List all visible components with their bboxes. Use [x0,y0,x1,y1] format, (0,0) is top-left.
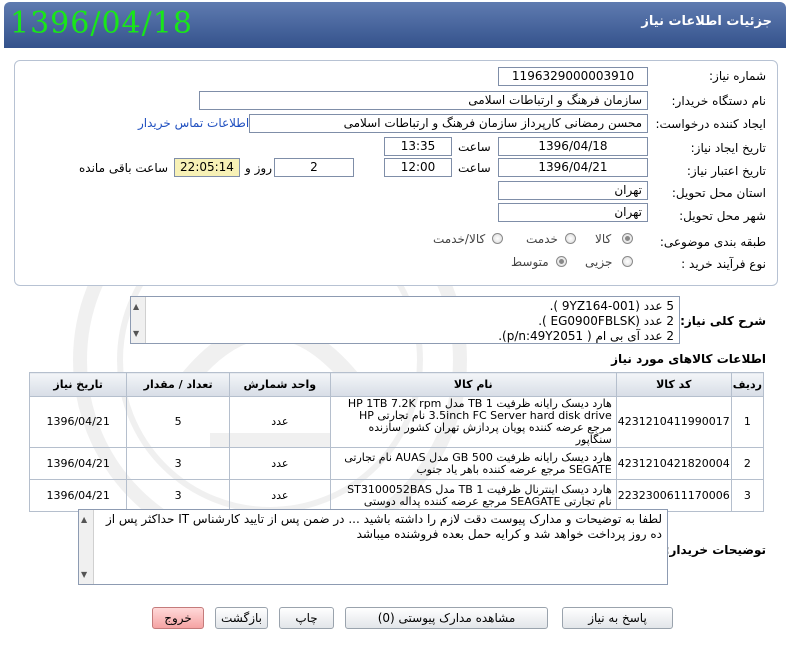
buyer-notes-text: لطفا به توضیحات و مدارک پیوست دقت لازم ر… [105,512,662,541]
buyer-notes-label: توضیحات خریدار: [664,543,766,557]
table-row[interactable]: 1396/04/21 3 عدد هارد دیسک رایانه ظرفیت … [28,447,765,480]
cell-name: هارد دیسک اینترنال ظرفیت 1 TB مدل ST3100… [329,479,617,512]
cell-date: 1396/04/21 [28,479,128,512]
col-row: ردیف [730,372,765,397]
category-option-both: کالا/خدمت [433,232,486,246]
created-time-field: 13:35 [384,137,452,156]
cell-qty: 3 [126,479,230,512]
process-option-minor: جزیی [585,255,613,269]
buyer-org-label: نام دستگاه خریدار: [671,94,767,108]
province-label: استان محل تحویل: [671,186,766,200]
cell-row: 3 [730,479,765,512]
summary-label: شرح کلی نیاز: [680,314,766,328]
city-field: تهران [498,203,648,222]
summary-line: 2 عدد آی بی ام ( p/n:49Y2051). [498,329,674,343]
exit-button[interactable]: خروج [152,607,204,629]
cell-code: 4231210421820004 [615,447,732,480]
cell-name: هارد دیسک رایانه ظرفیت 500 GB مدل AUAS ن… [329,447,617,480]
created-date-label: تاریخ ایجاد نیاز: [690,141,766,155]
scroll-up-icon[interactable]: ▲ [133,299,139,314]
window-title: جزئیات اطلاعات نیاز [641,14,772,29]
category-radio-service[interactable] [565,233,576,244]
reply-button[interactable]: پاسخ به نیاز [562,607,673,629]
attachments-button[interactable]: مشاهده مدارک پیوستی (0) [345,607,548,629]
category-option-service: خدمت [526,232,558,246]
requester-field: محسن رمضانی کارپرداز سازمان فرهنگ و ارتب… [249,114,648,133]
back-button[interactable]: بازگشت [215,607,268,629]
process-radio-minor[interactable] [622,256,633,267]
cell-code: 4231210411990017 [615,396,732,448]
summary-line: 5 عدد (9YZ164-001 ). [549,299,674,313]
need-number-field: 1196329000003910 [498,67,648,86]
col-quantity: تعداد / مقدار [126,372,230,397]
col-goods-name: نام کالا [329,372,617,397]
table-row[interactable]: 1396/04/21 3 عدد هارد دیسک اینترنال ظرفی… [28,479,765,512]
category-option-goods: کالا [595,232,612,246]
goods-table: تاریخ نیاز تعداد / مقدار واحد شمارش نام … [28,372,765,512]
remaining-days-label: روز و [245,161,272,175]
cell-name: هارد دیسک رایانه ظرفیت 1 TB مدل HP 1TB 7… [329,396,617,448]
created-date-field: 1396/04/18 [498,137,648,156]
table-row[interactable]: 1396/04/21 5 عدد هارد دیسک رایانه ظرفیت … [28,396,765,448]
cell-date: 1396/04/21 [28,396,128,448]
city-label: شهر محل تحویل: [679,209,766,223]
goods-heading: اطلاعات کالاهای مورد نیاز [611,352,766,366]
process-label: نوع فرآیند خرید : [681,257,766,271]
cell-qty: 5 [126,396,230,448]
col-goods-code: کد کالا [615,372,732,397]
notes-scrollbar[interactable]: ▲ ▼ [79,510,94,584]
scroll-down-icon[interactable]: ▼ [81,567,87,582]
province-field: تهران [498,181,648,200]
col-need-date: تاریخ نیاز [28,372,128,397]
cell-row: 2 [730,447,765,480]
col-unit: واحد شمارش [228,372,331,397]
requester-label: ایجاد کننده درخواست: [655,117,766,131]
cell-row: 1 [730,396,765,448]
buyer-org-field: سازمان فرهنگ و ارتباطات اسلامی [199,91,648,110]
buyer-contact-link[interactable]: اطلاعات تماس خریدار [138,116,249,130]
summary-scrollbar[interactable]: ▲ ▼ [131,297,146,343]
cell-date: 1396/04/21 [28,447,128,480]
cell-code: 2232300611170006 [615,479,732,512]
process-radio-medium[interactable] [556,256,567,267]
announcement-date: 1396/04/18 [10,6,193,41]
need-number-label: شماره نیاز: [709,69,766,83]
scroll-down-icon[interactable]: ▼ [133,326,139,341]
remaining-time-field: 22:05:14 [174,158,240,177]
validity-time-field: 12:00 [384,158,452,177]
category-radio-both[interactable] [492,233,503,244]
scroll-up-icon[interactable]: ▲ [81,512,87,527]
category-radio-goods[interactable] [622,233,633,244]
cell-qty: 3 [126,447,230,480]
print-button[interactable]: چاپ [279,607,334,629]
summary-textarea[interactable]: ▲ ▼ 5 عدد (9YZ164-001 ). 2 عدد (EG0900FB… [130,296,680,344]
remaining-days-field: 2 [274,158,354,177]
validity-time-label: ساعت [458,161,491,175]
table-header-row: تاریخ نیاز تعداد / مقدار واحد شمارش نام … [28,372,765,397]
cell-unit: عدد [228,447,331,480]
cell-unit: عدد [228,396,331,448]
cell-unit: عدد [228,479,331,512]
created-time-label: ساعت [458,140,491,154]
category-label: طبقه بندی موضوعی: [659,235,766,249]
validity-date-field: 1396/04/21 [498,158,648,177]
buyer-notes-textarea[interactable]: ▲ ▼ لطفا به توضیحات و مدارک پیوست دقت لا… [78,509,668,585]
summary-line: 2 عدد (EG0900FBLSK ). [538,314,674,328]
validity-date-label: تاریخ اعتبار نیاز: [686,164,766,178]
process-option-medium: متوسط [511,255,549,269]
remaining-time-label: ساعت باقی مانده [79,161,169,175]
